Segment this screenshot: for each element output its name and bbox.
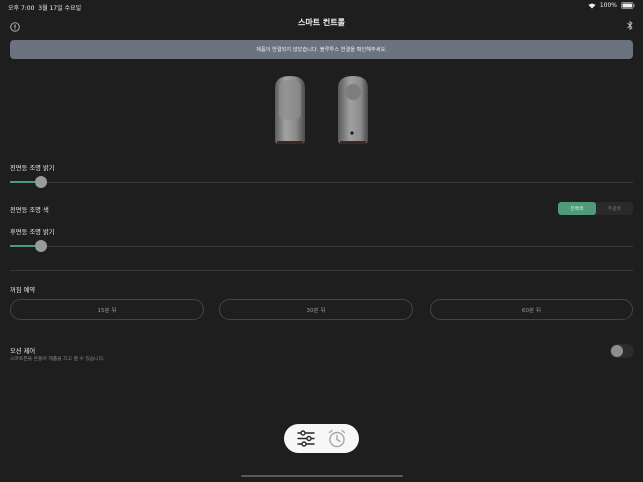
app-screen: 오후 7:00 3월 17일 수요일 100% 스마트 컨트롤 제품이 연결되지… xyxy=(0,0,643,482)
section-divider xyxy=(10,270,633,271)
color-option-warm-white[interactable]: 전백색 xyxy=(558,202,596,215)
rear-brightness-label: 후면등 조명 밝기 xyxy=(10,229,55,236)
sliders-icon[interactable] xyxy=(295,428,317,449)
alarm-clock-icon[interactable] xyxy=(326,428,348,449)
battery-percent: 100% xyxy=(599,2,617,9)
slider-thumb[interactable] xyxy=(35,176,47,188)
wifi-icon xyxy=(588,3,596,9)
page-title: 스마트 컨트롤 xyxy=(298,18,345,27)
status-right: 100% xyxy=(588,2,635,9)
status-time: 오후 7:00 3월 17일 수요일 xyxy=(8,3,81,12)
front-color-label: 전면등 조명 색 xyxy=(10,207,49,214)
motion-control-description: 스마트폰을 흔들어 제품을 끄고 켤 수 있습니다. xyxy=(10,357,105,362)
status-date: 3월 17일 수요일 xyxy=(38,5,82,12)
slider-thumb[interactable] xyxy=(35,240,47,252)
timer-15min-button[interactable]: 15분 뒤 xyxy=(10,299,204,320)
timer-15min-label: 15분 뒤 xyxy=(97,307,117,314)
product-illustration xyxy=(0,74,643,148)
rear-brightness-slider[interactable] xyxy=(10,240,633,252)
motion-control-label: 모션 제어 xyxy=(10,348,36,355)
front-brightness-label: 전면등 조명 밝기 xyxy=(10,165,55,172)
home-indicator xyxy=(241,475,403,477)
bottom-tab-bar xyxy=(284,424,359,453)
toggle-knob xyxy=(611,345,623,357)
front-brightness-slider[interactable] xyxy=(10,176,633,188)
timer-60min-label: 60분 뒤 xyxy=(521,307,542,314)
sleep-timer-label: 꺼짐 예약 xyxy=(10,287,36,294)
connection-alert-banner: 제품이 연결되지 않았습니다. 블루투스 연결을 확인해주세요. xyxy=(10,40,633,59)
slider-track xyxy=(10,245,633,247)
nav-header: 스마트 컨트롤 xyxy=(0,12,643,37)
motion-control-toggle[interactable] xyxy=(610,344,634,358)
status-bar: 오후 7:00 3월 17일 수요일 100% xyxy=(0,0,643,12)
bluetooth-icon[interactable] xyxy=(626,16,634,30)
speaker-rear-image xyxy=(338,76,368,144)
color-option-daylight[interactable]: 주광색 xyxy=(596,202,634,215)
slider-track xyxy=(10,181,633,183)
battery-icon xyxy=(621,2,635,9)
alert-message: 제품이 연결되지 않았습니다. 블루투스 연결을 확인해주세요. xyxy=(256,47,387,53)
status-time-text: 오후 7:00 xyxy=(8,5,35,12)
timer-30min-button[interactable]: 30분 뒤 xyxy=(219,299,413,320)
timer-60min-button[interactable]: 60분 뒤 xyxy=(430,299,633,320)
front-color-segmented-control: 전백색 주광색 xyxy=(558,202,633,215)
timer-30min-label: 30분 뒤 xyxy=(306,307,326,314)
speaker-front-image xyxy=(275,76,305,144)
